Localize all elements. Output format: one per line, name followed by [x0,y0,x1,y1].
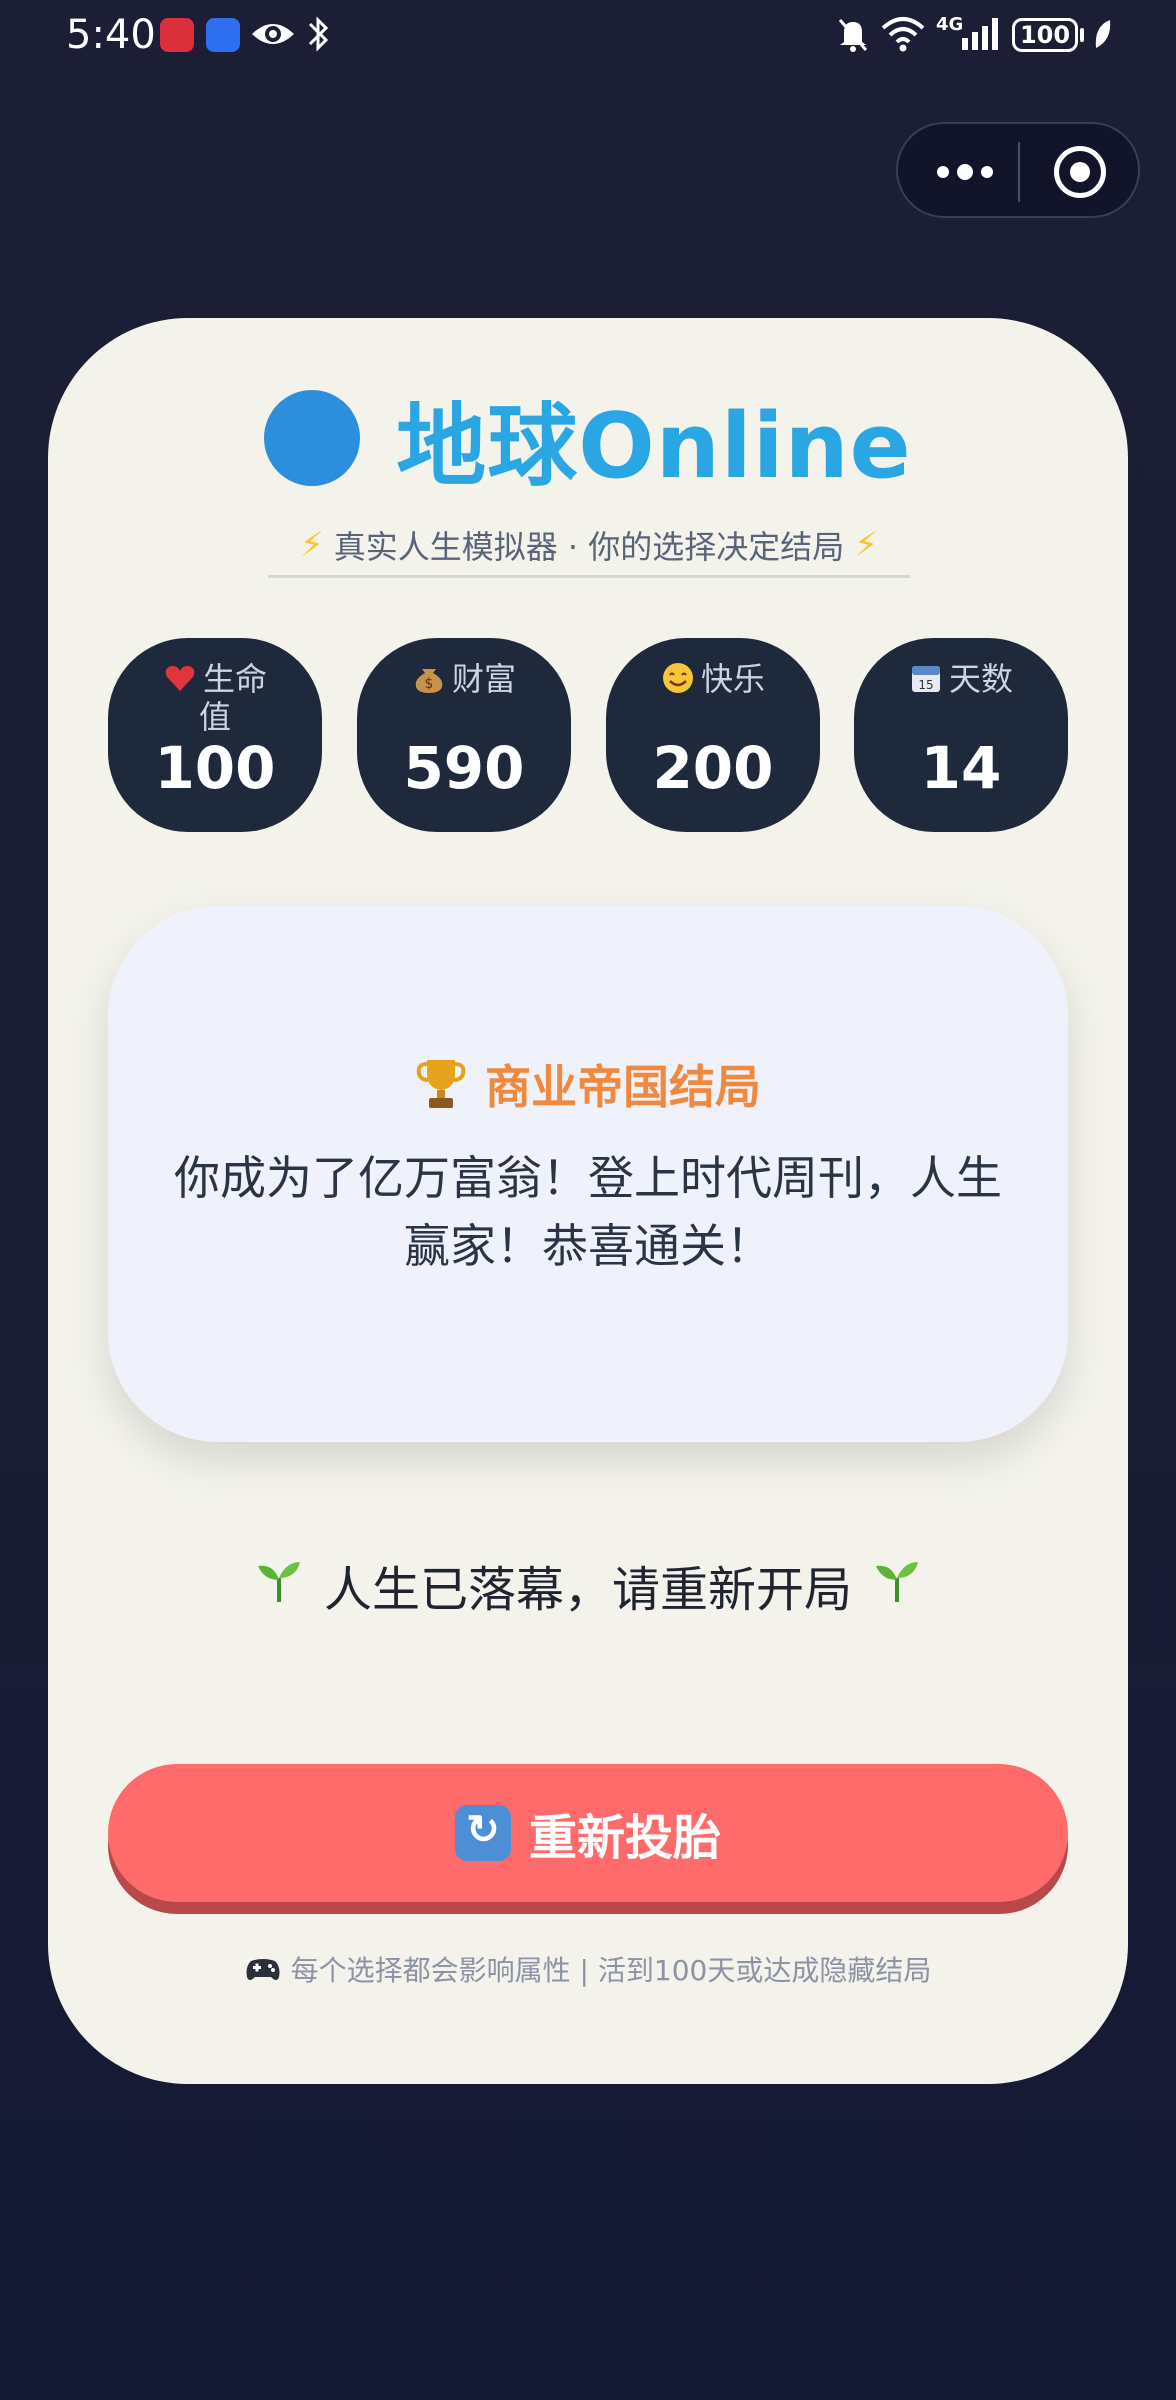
sprout-icon [872,1558,922,1613]
ending-title: 商业帝国结局 [485,1060,761,1114]
signal-icon [962,18,998,50]
lightning-icon: ⚡ [299,524,324,565]
stat-days: 15 天数 14 [854,638,1068,832]
leaf-icon [1095,20,1111,48]
footer-hint: 每个选择都会影响属性 | 活到100天或达成隐藏结局 [290,1954,932,1987]
stat-label: 生命值 [198,660,267,736]
stat-label: 快乐 [700,660,765,698]
calendar-icon: 15 [911,666,940,692]
blue-app-icon [206,18,240,52]
subtitle: 真实人生模拟器 · 你的选择决定结局 [333,527,845,566]
game-card: 地球Online ⚡ 真实人生模拟器 · 你的选择决定结局 ⚡ 生命值 100 … [48,318,1128,2084]
huawei-app-icon [160,18,194,52]
battery-indicator: 100 [1012,18,1078,52]
title-row: 地球Online [48,378,1128,499]
capsule-divider [1018,142,1020,202]
smile-icon [662,663,693,693]
status-message-row: 人生已落幕，请重新开局 [48,1550,1128,1620]
status-time: 5:40 [66,12,156,58]
eye-icon [252,24,294,44]
refresh-icon [454,1805,511,1861]
stat-label: 天数 [948,660,1013,698]
status-message: 人生已落幕，请重新开局 [323,1562,852,1618]
sprout-icon [254,1558,304,1613]
app-title: 地球Online [396,394,912,499]
wifi-icon [881,17,925,52]
stat-label: 财富 [451,660,516,698]
restart-button[interactable]: 重新投胎 [108,1764,1068,1902]
money-bag-icon: $ [415,669,443,693]
lightning-icon: ⚡ [854,524,879,565]
restart-label: 重新投胎 [528,1812,721,1865]
globe-icon [264,390,361,486]
stats-row: 生命值 100 $ 财富 590 快乐 200 15 天数 14 [108,638,1068,832]
mini-program-capsule [896,122,1140,218]
battery-cap [1080,28,1084,42]
ending-title-row: 商业帝国结局 [108,1054,1068,1114]
more-dots-icon[interactable] [928,148,1002,196]
svg-text:$: $ [425,676,434,692]
gamepad-icon [246,1959,280,1980]
stat-value: 590 [403,734,525,802]
status-bar: 5:40 4G 100 [0,0,1176,72]
target-close-icon[interactable] [1054,146,1106,198]
subtitle-row: ⚡ 真实人生模拟器 · 你的选择决定结局 ⚡ [268,514,910,578]
mute-icon [838,19,868,52]
trophy-icon [416,1060,466,1108]
stat-value: 100 [154,734,276,802]
stat-happiness: 快乐 200 [606,638,820,832]
stat-wealth: $ 财富 590 [357,638,571,832]
stat-value: 200 [652,734,774,802]
stat-health: 生命值 100 [108,638,322,832]
svg-text:15: 15 [918,678,933,692]
footer-row: 每个选择都会影响属性 | 活到100天或达成隐藏结局 [48,1944,1128,1994]
ending-description: 你成为了亿万富翁！登上时代周刊，人生赢家！恭喜通关！ [174,1151,1002,1273]
stat-value: 14 [920,734,1002,802]
bluetooth-icon [308,16,329,52]
ending-panel: 商业帝国结局 你成为了亿万富翁！登上时代周刊，人生赢家！恭喜通关！ [108,906,1068,1442]
heart-icon [165,665,195,691]
